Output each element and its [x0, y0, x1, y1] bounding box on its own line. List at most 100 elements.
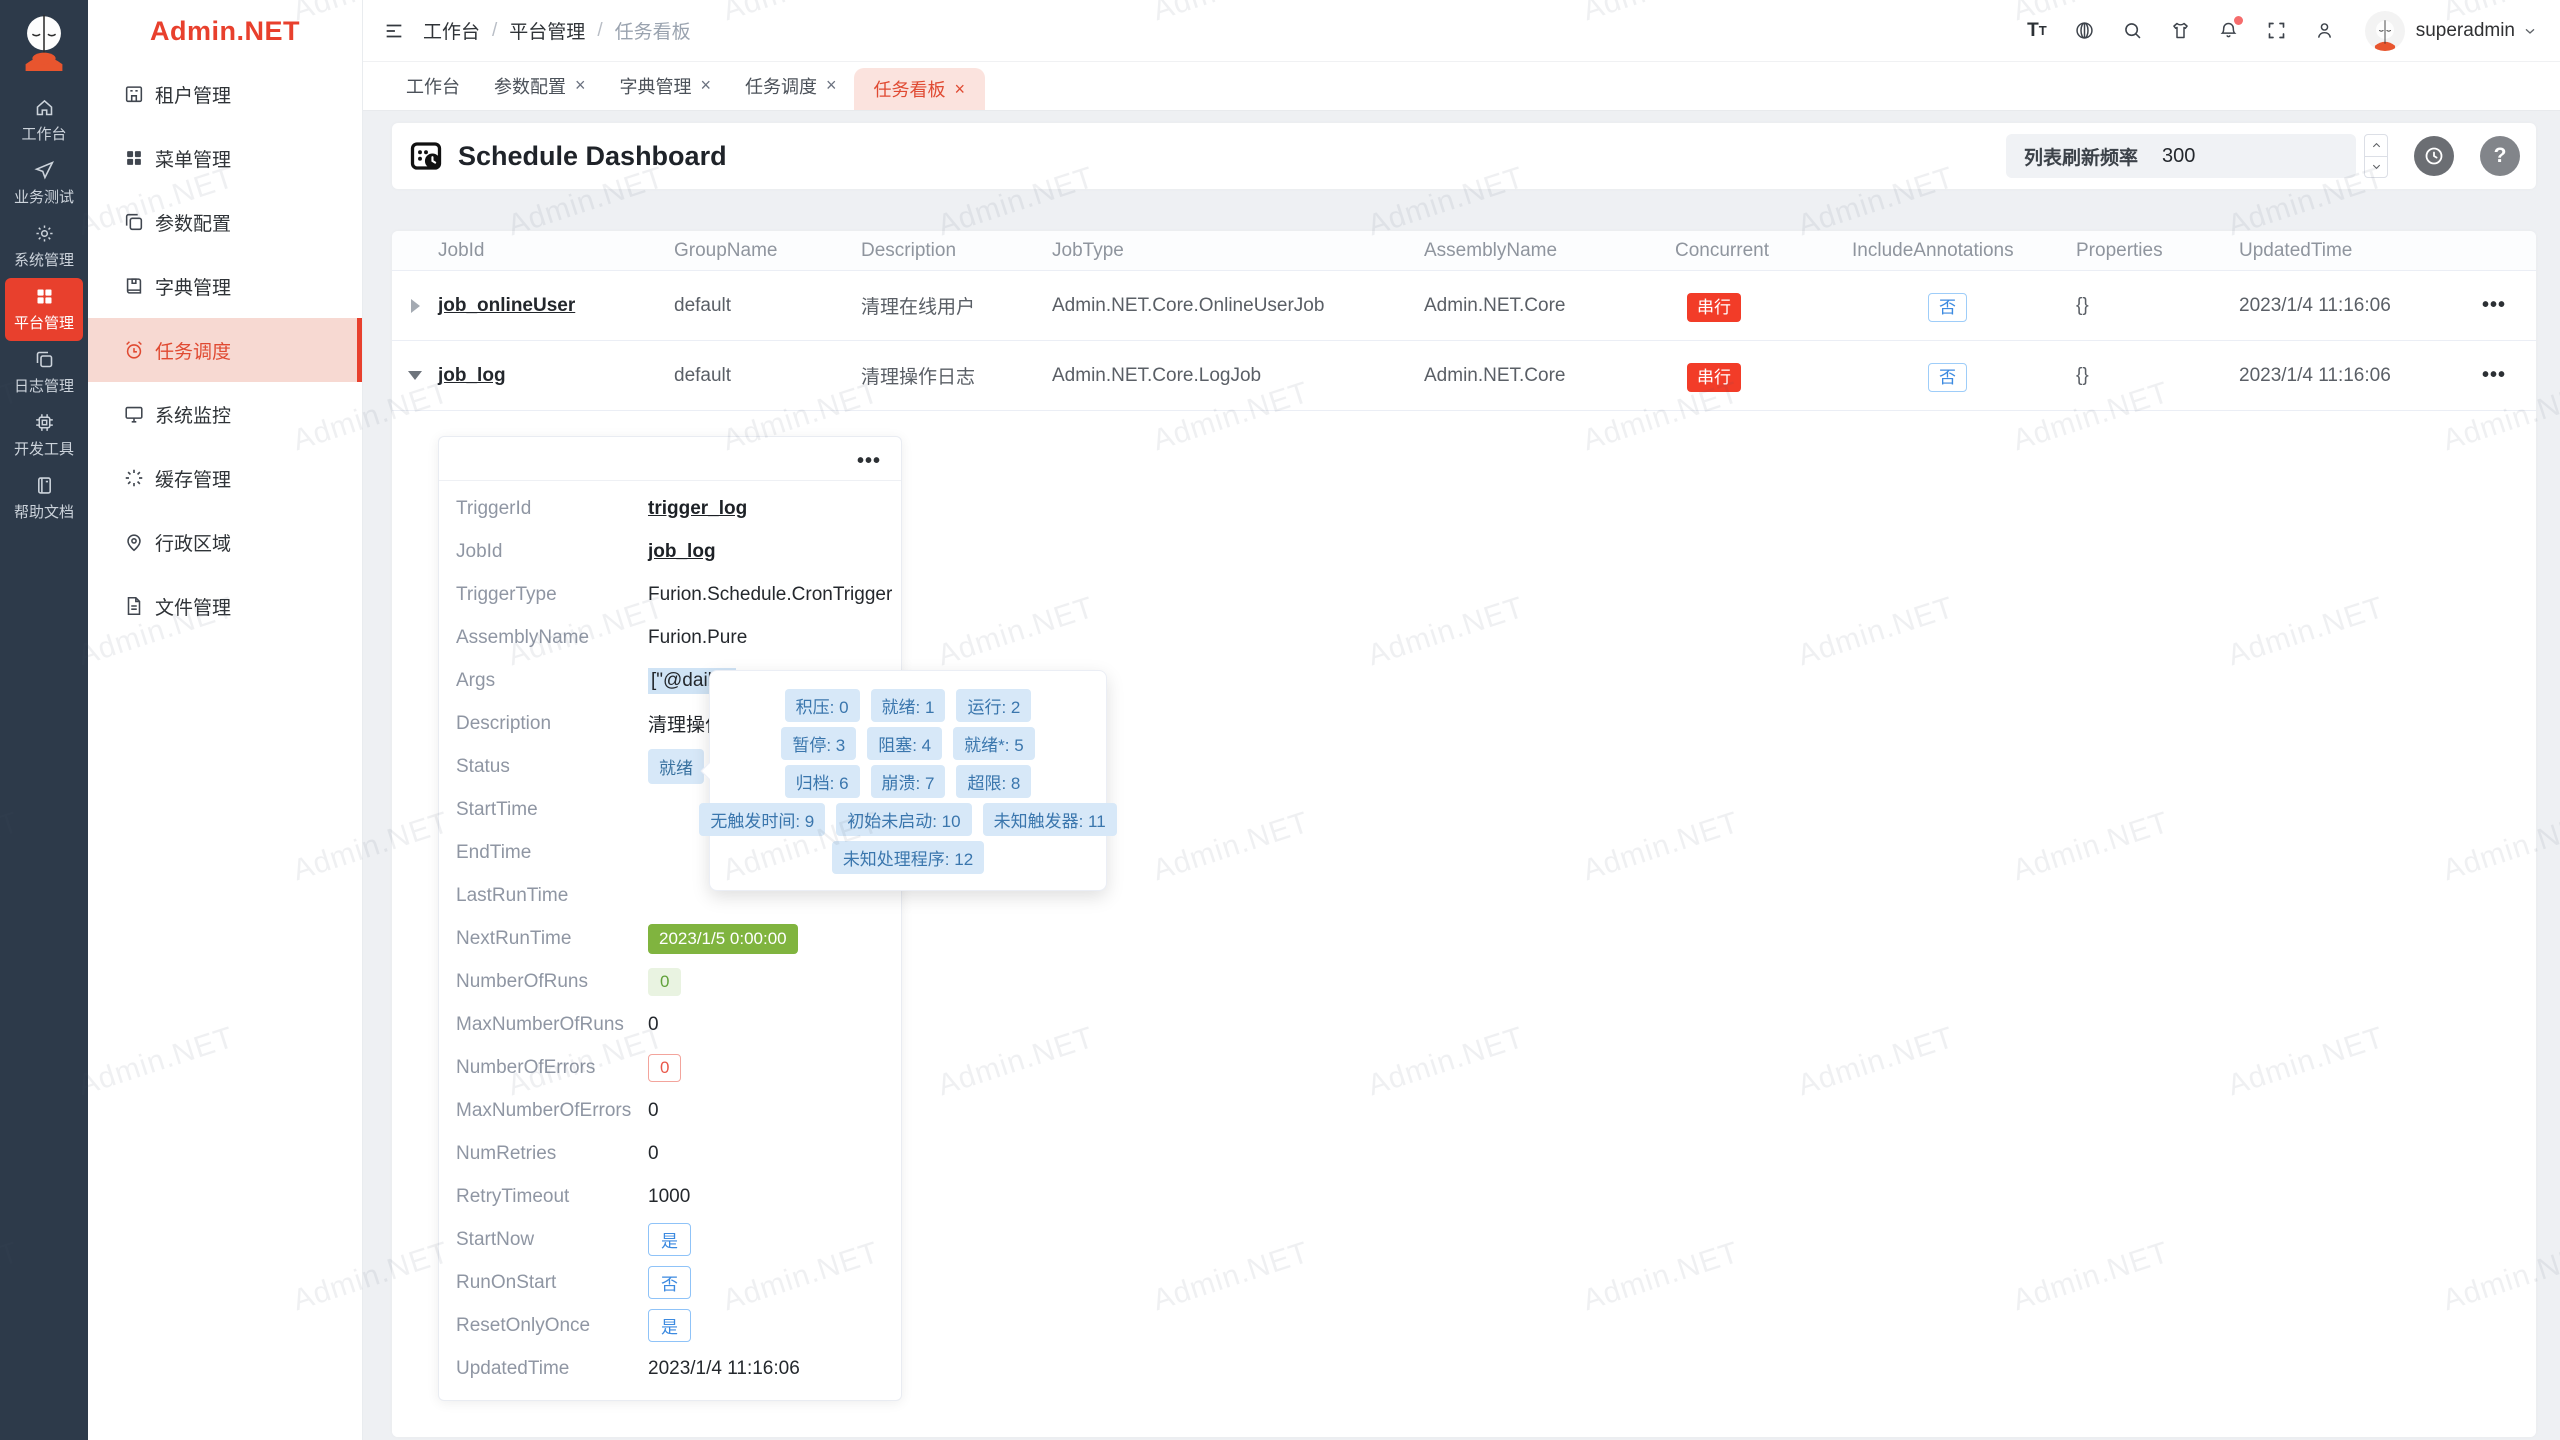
group-name-cell: default — [674, 295, 861, 317]
menu-item-system-monitor[interactable]: 系统监控 — [88, 382, 362, 446]
menu-item-label: 菜单管理 — [155, 145, 231, 172]
brand-title: Admin.NET — [88, 0, 362, 62]
column-header: Properties — [2076, 240, 2239, 262]
username-label[interactable]: superadmin — [2416, 20, 2515, 42]
rail-item-business-test[interactable]: 业务测试 — [5, 152, 83, 215]
notebook-icon — [34, 475, 55, 496]
detail-row: JobIdjob_log — [439, 530, 901, 573]
menu-item-admin-region[interactable]: 行政区域 — [88, 510, 362, 574]
bank-icon — [123, 83, 145, 105]
menu-item-file-mgmt[interactable]: 文件管理 — [88, 574, 362, 638]
fullscreen-icon[interactable] — [2266, 20, 2287, 41]
table-row[interactable]: job_log default 清理操作日志 Admin.NET.Core.Lo… — [392, 341, 2536, 411]
content-area: Schedule Dashboard 列表刷新频率 300 — [363, 111, 2560, 1440]
rail-item-workbench[interactable]: 工作台 — [5, 89, 83, 152]
detail-row: NumRetries0 — [439, 1132, 901, 1175]
expand-row-icon[interactable] — [411, 299, 420, 313]
breadcrumb-item[interactable]: 平台管理 — [509, 17, 585, 44]
tab-label: 参数配置 — [494, 73, 566, 99]
close-icon[interactable]: × — [575, 75, 586, 96]
rail-item-label: 系统管理 — [14, 249, 74, 270]
job-type-cell: Admin.NET.Core.LogJob — [1052, 365, 1424, 387]
reset-only-once-badge: 是 — [648, 1309, 691, 1342]
rail-item-log-mgmt[interactable]: 日志管理 — [5, 341, 83, 404]
refresh-rate-value: 300 — [2162, 145, 2195, 168]
status-legend-badge: 未知处理程序: 12 — [832, 841, 984, 874]
table-row[interactable]: job_onlineUser default 清理在线用户 Admin.NET.… — [392, 271, 2536, 341]
user-avatar[interactable] — [2365, 11, 2405, 51]
breadcrumb-item[interactable]: 工作台 — [423, 17, 480, 44]
menu-item-param-config[interactable]: 参数配置 — [88, 190, 362, 254]
user-icon[interactable] — [2314, 20, 2335, 41]
menu-item-tenant-mgmt[interactable]: 租户管理 — [88, 62, 362, 126]
help-button[interactable]: ? — [2480, 136, 2520, 176]
close-icon[interactable]: × — [701, 75, 712, 96]
table-header-row: JobId GroupName Description JobType Asse… — [392, 231, 2536, 271]
tab-task-dashboard[interactable]: 任务看板 × — [854, 68, 986, 110]
menu-fold-icon[interactable] — [383, 20, 405, 42]
detail-row: TriggerTypeFurion.Schedule.CronTrigger — [439, 573, 901, 616]
secondary-sidebar: Admin.NET 租户管理 菜单管理 参数配置 字典管理 任务调度 系统监控 … — [88, 0, 363, 1440]
chevron-down-icon[interactable] — [2522, 23, 2538, 39]
rail-item-label: 工作台 — [21, 123, 66, 144]
more-actions-icon[interactable]: ••• — [2482, 364, 2506, 386]
notification-bell-icon[interactable] — [2218, 20, 2239, 41]
stepper-up-icon[interactable] — [2365, 135, 2387, 157]
alarm-clock-icon — [123, 339, 145, 361]
theme-shirt-icon[interactable] — [2170, 20, 2191, 41]
detail-row: AssemblyNameFurion.Pure — [439, 616, 901, 659]
rail-item-system-mgmt[interactable]: 系统管理 — [5, 215, 83, 278]
stepper-down-icon[interactable] — [2365, 157, 2387, 178]
tabs-bar: 工作台 参数配置 × 字典管理 × 任务调度 × 任务看板 × — [363, 62, 2560, 111]
gear-icon — [34, 223, 55, 244]
menu-item-task-schedule[interactable]: 任务调度 — [88, 318, 362, 382]
menu-item-menu-mgmt[interactable]: 菜单管理 — [88, 126, 362, 190]
rail-item-platform-mgmt[interactable]: 平台管理 — [5, 278, 83, 341]
status-legend-badge: 归档: 6 — [785, 765, 860, 798]
search-icon[interactable] — [2122, 20, 2143, 41]
more-actions-icon[interactable]: ••• — [2482, 294, 2506, 316]
tab-dict-mgmt[interactable]: 字典管理 × — [603, 61, 729, 110]
menu-item-label: 文件管理 — [155, 593, 231, 620]
tab-param-config[interactable]: 参数配置 × — [477, 61, 603, 110]
cpu-icon — [34, 412, 55, 433]
menu-item-cache-mgmt[interactable]: 缓存管理 — [88, 446, 362, 510]
primary-sidebar: 工作台 业务测试 系统管理 平台管理 日志管理 开发工具 帮助文档 — [0, 0, 88, 1440]
collapse-row-icon[interactable] — [408, 371, 422, 380]
detail-row: StartNow是 — [439, 1218, 901, 1261]
tab-workbench[interactable]: 工作台 — [389, 61, 477, 110]
column-header: GroupName — [674, 240, 861, 262]
status-legend-badge: 暂停: 3 — [781, 727, 856, 760]
group-name-cell: default — [674, 365, 861, 387]
close-icon[interactable]: × — [955, 79, 966, 100]
breadcrumb-separator: / — [597, 20, 602, 42]
menu-item-dict-mgmt[interactable]: 字典管理 — [88, 254, 362, 318]
menu-item-label: 租户管理 — [155, 81, 231, 108]
column-header: AssemblyName — [1424, 240, 1675, 262]
detail-row: NumberOfErrors0 — [439, 1046, 901, 1089]
detail-row: UpdatedTime2023/1/4 11:16:06 — [439, 1347, 901, 1390]
clock-toggle-button[interactable] — [2414, 136, 2454, 176]
rail-item-label: 业务测试 — [14, 186, 74, 207]
schedule-dashboard-icon — [408, 138, 444, 174]
column-header: Description — [861, 240, 1052, 262]
rail-item-help-docs[interactable]: 帮助文档 — [5, 467, 83, 530]
updated-time-cell: 2023/1/4 11:16:06 — [2239, 295, 2481, 317]
home-icon — [34, 97, 55, 118]
number-of-runs-badge: 0 — [648, 968, 681, 996]
close-icon[interactable]: × — [826, 75, 837, 96]
tab-task-schedule[interactable]: 任务调度 × — [728, 61, 854, 110]
rail-item-dev-tools[interactable]: 开发工具 — [5, 404, 83, 467]
rail-item-label: 帮助文档 — [14, 501, 74, 522]
more-actions-icon[interactable]: ••• — [857, 450, 881, 473]
status-badge[interactable]: 就绪 — [648, 749, 704, 784]
font-size-icon[interactable]: TT — [2027, 20, 2047, 42]
status-legend-badge: 积压: 0 — [785, 689, 860, 722]
job-id-link[interactable]: job_log — [438, 365, 506, 386]
job-id-link[interactable]: job_onlineUser — [438, 295, 575, 316]
menu-item-label: 任务调度 — [155, 337, 231, 364]
trigger-id-link[interactable]: trigger_log — [648, 498, 747, 520]
job-id-link[interactable]: job_log — [648, 541, 716, 563]
language-icon[interactable] — [2074, 20, 2095, 41]
refresh-rate-input[interactable]: 列表刷新频率 300 — [2006, 134, 2356, 178]
